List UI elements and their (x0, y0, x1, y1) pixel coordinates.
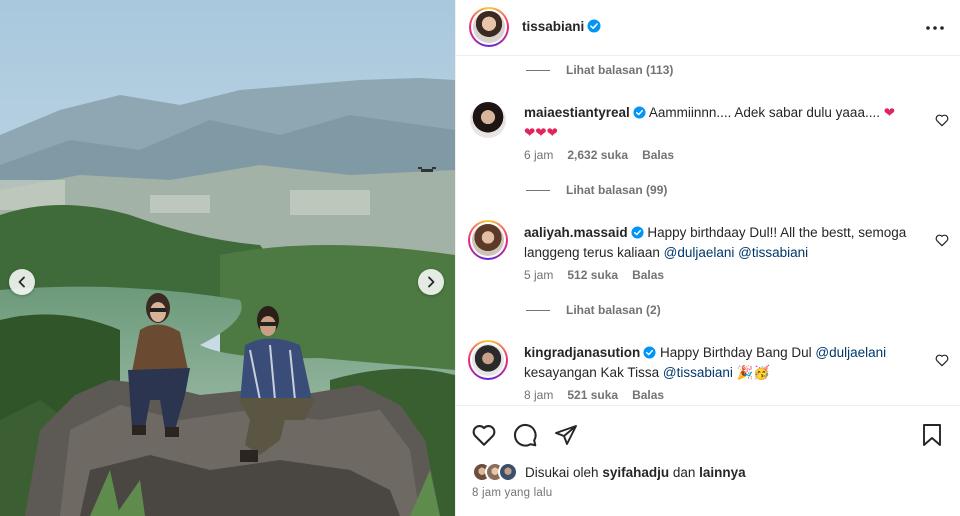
prev-photo-button[interactable] (9, 269, 35, 295)
view-replies-label[interactable]: Lihat balasan (2) (566, 303, 661, 317)
send-paper-plane-icon (555, 425, 577, 445)
commenter-username[interactable]: aaliyah.massaid (524, 225, 628, 240)
comment-button[interactable] (511, 421, 539, 449)
view-replies-label[interactable]: Lihat balasan (113) (566, 63, 673, 77)
view-replies-button[interactable]: Lihat balasan (99) (526, 183, 667, 197)
comment-time[interactable]: 5 jam (524, 268, 553, 282)
more-horizontal-icon (926, 26, 944, 30)
comment-body-continued: kesayangan Kak Tissa (524, 365, 660, 380)
comment-meta: 6 jam 2,632 suka Balas (524, 148, 674, 162)
comment-text: maiaestiantyreal Aammiinnn.... Adek saba… (524, 103, 924, 143)
liker-avatar (498, 462, 518, 482)
comment-text: kingradjanasution Happy Birthday Bang Du… (524, 343, 924, 383)
chevron-right-icon (428, 276, 435, 288)
share-button[interactable] (552, 421, 580, 449)
verified-badge-icon (631, 226, 644, 239)
post-timestamp[interactable]: 8 jam yang lalu (472, 487, 552, 499)
replies-divider (526, 309, 550, 311)
bookmark-icon (923, 424, 941, 446)
like-comment-heart-icon[interactable] (934, 112, 950, 128)
liked-by-username[interactable]: syifahadju (602, 465, 669, 480)
comment-time[interactable]: 8 jam (524, 388, 553, 402)
comments-list[interactable]: Lihat balasan (113) maiaestiantyreal Aam… (456, 57, 960, 405)
heart-icon (472, 425, 496, 446)
commenter-avatar[interactable] (470, 102, 506, 138)
post-actions: Disukai oleh syifahadju dan lainnya 8 ja… (456, 405, 960, 516)
comment-like-count[interactable]: 521 suka (567, 388, 618, 402)
commenter-avatar[interactable] (468, 340, 508, 380)
landscape-photo (0, 0, 455, 516)
next-photo-button[interactable] (418, 269, 444, 295)
like-comment-heart-icon[interactable] (934, 352, 950, 368)
view-replies-label[interactable]: Lihat balasan (99) (566, 183, 667, 197)
comment-bubble-icon (514, 424, 537, 447)
comment-time[interactable]: 6 jam (524, 148, 553, 162)
more-options-button[interactable] (923, 18, 947, 38)
author-avatar[interactable] (469, 7, 509, 47)
liked-by-and: dan (672, 464, 696, 480)
commenter-avatar[interactable] (468, 220, 508, 260)
verified-badge-icon (643, 346, 656, 359)
mention-link[interactable]: @tissabiani (663, 365, 733, 380)
verified-badge-icon (587, 19, 601, 33)
author-username[interactable]: tissabiani (522, 19, 601, 34)
comment-meta: 5 jam 512 suka Balas (524, 268, 664, 282)
liked-by[interactable]: Disukai oleh syifahadju dan lainnya (472, 462, 746, 482)
comment-like-count[interactable]: 512 suka (567, 268, 618, 282)
comment-emoji: 🎉🥳 (736, 365, 771, 380)
post-side-panel: tissabiani Lihat balasan (113) maiaestia… (455, 0, 960, 516)
comment-body: Aammiinnn.... Adek sabar dulu yaaa.... (648, 105, 880, 120)
post-modal: tissabiani Lihat balasan (113) maiaestia… (0, 0, 960, 516)
reply-button[interactable]: Balas (632, 268, 664, 282)
commenter-username[interactable]: kingradjanasution (524, 345, 640, 360)
comment-text: aaliyah.massaid Happy birthdaay Dul!! Al… (524, 223, 924, 263)
replies-divider (526, 69, 550, 71)
liked-by-text: Disukai oleh syifahadju dan lainnya (525, 465, 746, 480)
save-button[interactable] (918, 421, 946, 449)
view-replies-button[interactable]: Lihat balasan (113) (526, 63, 673, 77)
chevron-left-icon (18, 276, 25, 288)
reply-button[interactable]: Balas (642, 148, 674, 162)
view-replies-button[interactable]: Lihat balasan (2) (526, 303, 661, 317)
liked-by-others[interactable]: lainnya (699, 465, 746, 480)
mention-link[interactable]: @duljaelani (664, 245, 735, 260)
author-username-text[interactable]: tissabiani (522, 19, 584, 34)
mention-link[interactable]: @tissabiani (738, 245, 808, 260)
commenter-username[interactable]: maiaestiantyreal (524, 105, 630, 120)
like-comment-heart-icon[interactable] (934, 232, 950, 248)
replies-divider (526, 189, 550, 191)
post-header: tissabiani (456, 0, 960, 56)
post-photo[interactable] (0, 0, 455, 516)
liked-by-prefix: Disukai oleh (525, 464, 599, 480)
verified-badge-icon (633, 106, 646, 119)
comment-body: Happy Birthday Bang Dul (660, 345, 812, 360)
mention-link[interactable]: @duljaelani (815, 345, 886, 360)
comment-like-count[interactable]: 2,632 suka (567, 148, 628, 162)
like-button[interactable] (470, 421, 498, 449)
reply-button[interactable]: Balas (632, 388, 664, 402)
comment-meta: 8 jam 521 suka Balas (524, 388, 664, 402)
